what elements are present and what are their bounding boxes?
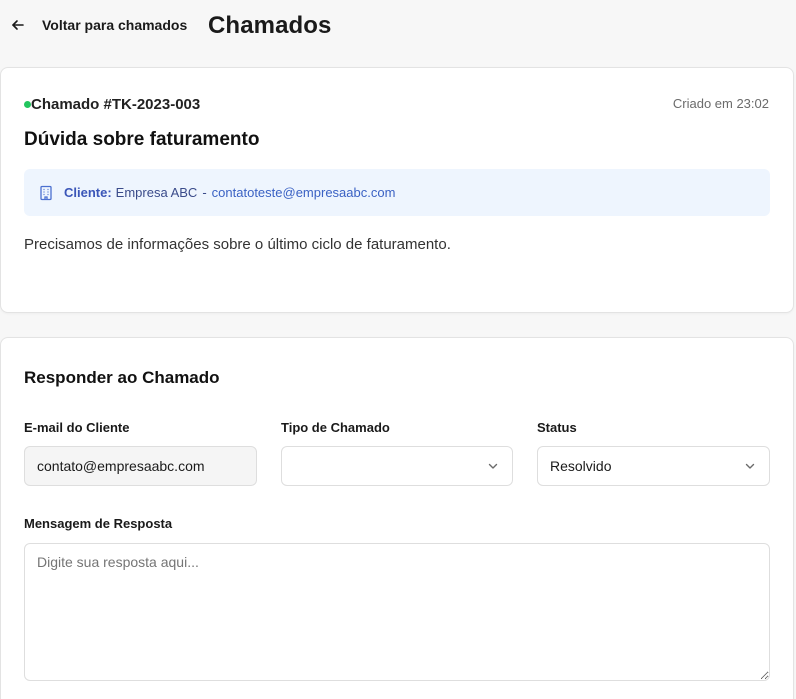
reply-title: Responder ao Chamado	[24, 368, 220, 387]
status-value: Resolvido	[550, 458, 612, 474]
ticket-description: Precisamos de informações sobre o último…	[24, 236, 451, 253]
page-title: Chamados	[208, 12, 332, 39]
client-email-field[interactable]: contato@empresaabc.com	[24, 446, 257, 486]
client-label: Cliente:	[64, 185, 112, 200]
chevron-down-icon	[743, 459, 757, 473]
client-name: Empresa ABC	[115, 185, 198, 200]
ticket-id: Chamado #TK-2023-003	[31, 96, 201, 113]
client-email-value: contato@empresaabc.com	[37, 458, 205, 474]
message-label: Mensagem de Resposta	[24, 516, 173, 531]
building-icon	[38, 185, 54, 201]
client-info-box: Cliente: Empresa ABC - contatoteste@empr…	[24, 169, 770, 216]
ticket-type-select[interactable]	[281, 446, 513, 486]
ticket-card: Chamado #TK-2023-003 Criado em 23:02 Dúv…	[0, 67, 794, 313]
back-link-label: Voltar para chamados	[42, 17, 188, 33]
ticket-id-row: Chamado #TK-2023-003	[24, 96, 200, 113]
status-select[interactable]: Resolvido	[537, 446, 770, 486]
arrow-left-icon	[10, 17, 26, 33]
client-email[interactable]: contatoteste@empresaabc.com	[212, 185, 396, 200]
email-label: E-mail do Cliente	[24, 420, 130, 435]
reply-message-textarea[interactable]	[24, 543, 770, 681]
ticket-type-label: Tipo de Chamado	[281, 420, 390, 435]
back-to-tickets-link[interactable]: Voltar para chamados	[10, 14, 187, 36]
chevron-down-icon	[486, 459, 500, 473]
client-separator: -	[202, 185, 207, 200]
status-label: Status	[537, 420, 577, 435]
created-time: Criado em 23:02	[672, 96, 769, 111]
reply-card: Responder ao Chamado E-mail do Cliente c…	[0, 337, 794, 699]
status-dot	[24, 101, 31, 108]
ticket-subject: Dúvida sobre faturamento	[24, 129, 260, 150]
top-bar: Voltar para chamados Chamados	[0, 0, 796, 52]
